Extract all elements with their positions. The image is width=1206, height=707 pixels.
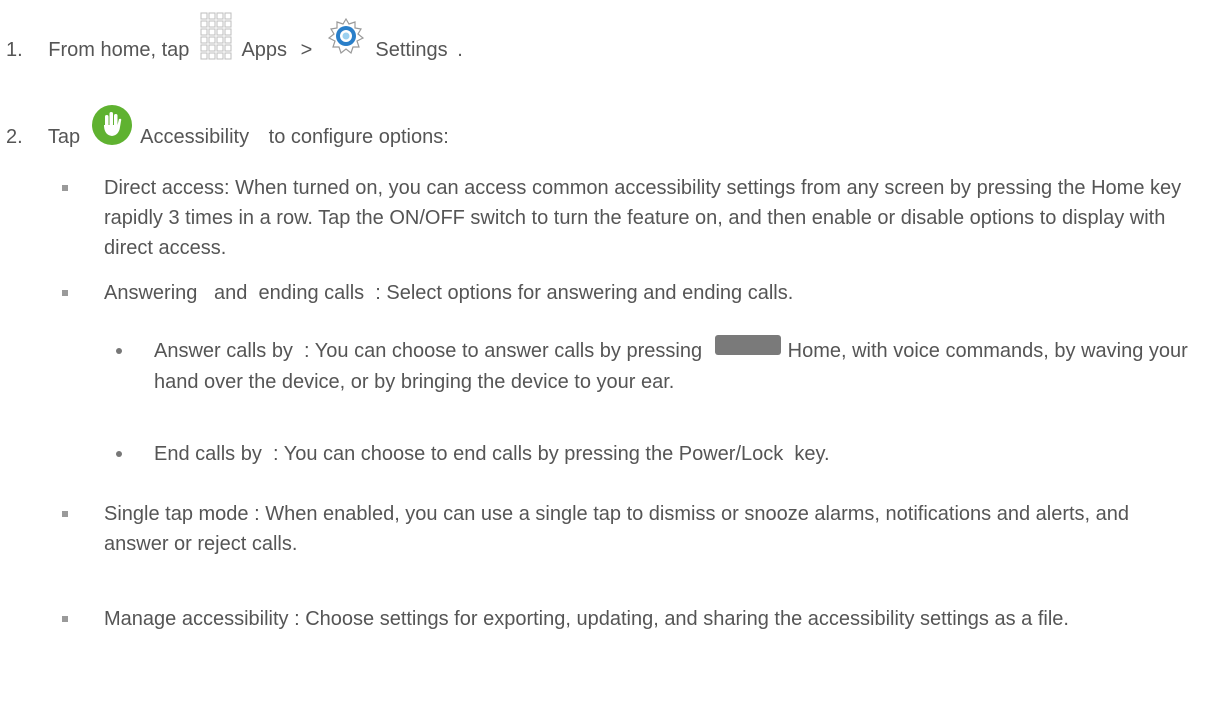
bullet-square [62, 185, 68, 191]
suboption-answer-calls-by: Answer calls by : You can choose to answ… [154, 334, 1194, 397]
step-2: 2. Tap Accessibility to configure option… [6, 105, 449, 164]
settings-label: Settings [375, 38, 448, 61]
settings-gear-icon [326, 16, 366, 65]
bullet-square [62, 290, 68, 296]
bullet-dot [116, 451, 122, 457]
separator: > [300, 38, 313, 61]
step-suffix: . [457, 38, 463, 61]
accessibility-hand-icon [90, 103, 134, 156]
home-label: Home [787, 340, 841, 362]
bullet-dot [116, 348, 122, 354]
option-direct-access: Direct access: When turned on, you can a… [104, 177, 1182, 259]
option-answering-ending-calls: Answering and ending calls : Select opti… [104, 282, 794, 304]
step-prefix: From home, tap [48, 38, 190, 61]
bullet-square [62, 511, 68, 517]
bullet-square [62, 616, 68, 622]
suboption-end-calls-by: End calls by : You can choose to end cal… [154, 443, 830, 465]
option-manage-accessibility: Manage accessibility : Choose settings f… [104, 608, 1069, 630]
step-prefix: Tap [47, 125, 81, 148]
apps-grid-icon [199, 11, 233, 70]
option-single-tap-mode: Single tap mode : When enabled, you can … [104, 503, 1130, 555]
apps-label: Apps [241, 38, 288, 61]
home-key-icon [714, 334, 782, 365]
step-1: 1. From home, tap Apps > Settings . [6, 12, 463, 80]
step-number: 2. [6, 125, 23, 148]
step-suffix: to configure options: [268, 125, 449, 148]
step-number: 1. [6, 38, 23, 61]
answer-calls-prefix: Answer calls by : You can choose to answ… [154, 340, 703, 362]
accessibility-label: Accessibility [140, 125, 250, 148]
